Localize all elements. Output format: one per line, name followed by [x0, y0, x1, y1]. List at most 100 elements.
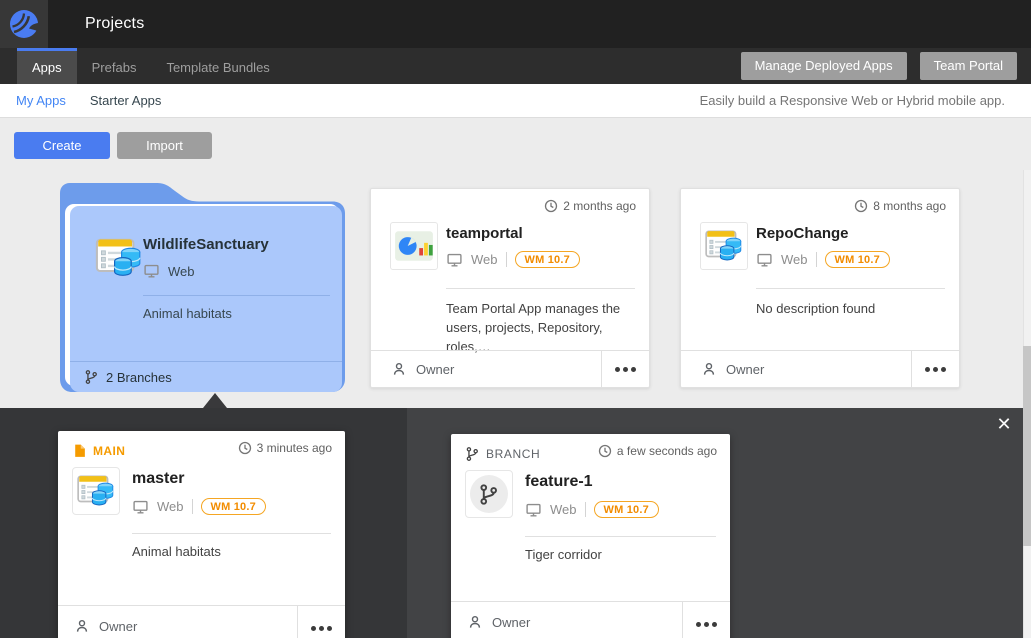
platform-label: Web	[550, 502, 577, 517]
branch-avatar	[465, 470, 513, 518]
monitor-icon	[525, 502, 542, 518]
project-card-wildlifesanctuary[interactable]: WildlifeSanctuary Web Animal habitats 2 …	[60, 183, 345, 392]
subnav-hint-text: Easily build a Responsive Web or Hybrid …	[700, 84, 1005, 117]
owner-label: Owner	[99, 619, 137, 634]
last-updated: 8 months ago	[854, 199, 946, 213]
divider	[525, 536, 716, 537]
git-branch-icon	[465, 446, 480, 462]
divider	[446, 288, 635, 289]
tab-starter-apps[interactable]: Starter Apps	[90, 84, 162, 117]
branches-panel: ✕ MAIN 3 minutes ago master Web WM 10.7	[0, 408, 1031, 638]
project-card-repochange[interactable]: 8 months ago RepoChange Web WM 10.7 No d…	[680, 188, 960, 388]
platform-label: Web	[157, 499, 184, 514]
last-updated: a few seconds ago	[598, 444, 717, 458]
project-description: Team Portal App manages the users, proje…	[446, 299, 635, 356]
separator	[192, 499, 193, 514]
platform-label: Web	[471, 252, 498, 267]
platform-version-badge: WM 10.7	[201, 498, 266, 515]
divider	[756, 288, 945, 289]
updated-time-label: 2 months ago	[563, 199, 636, 213]
more-options-button[interactable]	[297, 606, 345, 638]
divider	[132, 533, 331, 534]
platform-version-badge: WM 10.7	[825, 251, 890, 268]
app-header: Projects	[0, 0, 1031, 48]
branch-description: Tiger corridor	[525, 547, 602, 562]
tab-prefabs[interactable]: Prefabs	[77, 48, 152, 84]
pie-bar-chart-icon	[390, 222, 438, 270]
folder-front-card: WildlifeSanctuary Web Animal habitats 2 …	[70, 206, 342, 392]
separator	[585, 502, 586, 517]
branch-card-feature-1[interactable]: BRANCH a few seconds ago feature-1 Web W…	[451, 434, 730, 638]
card-footer: Owner	[371, 350, 649, 387]
project-description: No description found	[756, 299, 945, 318]
last-updated: 3 minutes ago	[238, 441, 332, 455]
platform-label: Web	[168, 264, 195, 279]
owner-label: Owner	[416, 362, 454, 377]
card-footer: Owner	[451, 601, 730, 638]
separator	[816, 252, 817, 267]
projects-page: Projects Apps Prefabs Template Bundles M…	[0, 0, 1031, 638]
panel-pointer-arrow	[203, 393, 227, 408]
manage-deployed-apps-button[interactable]: Manage Deployed Apps	[741, 52, 907, 80]
scrollbar-thumb[interactable]	[1023, 346, 1031, 546]
branch-type-label: BRANCH	[486, 447, 540, 461]
logo-block[interactable]	[0, 0, 48, 48]
updated-time-label: 3 minutes ago	[257, 441, 332, 455]
branches-count-label: 2 Branches	[106, 370, 172, 385]
card-footer: Owner	[58, 605, 345, 638]
separator	[506, 252, 507, 267]
close-icon[interactable]: ✕	[992, 412, 1016, 436]
updated-time-label: 8 months ago	[873, 199, 946, 213]
person-icon	[467, 614, 483, 630]
project-description: Animal habitats	[143, 306, 232, 321]
branch-description: Animal habitats	[132, 544, 221, 559]
monitor-icon	[143, 263, 160, 279]
project-title[interactable]: WildlifeSanctuary	[143, 236, 269, 253]
owner-label-row: Owner	[467, 602, 530, 638]
monitor-icon	[756, 252, 773, 268]
owner-label: Owner	[492, 615, 530, 630]
page-title: Projects	[85, 0, 144, 48]
branches-footer[interactable]: 2 Branches	[70, 361, 342, 392]
app-window-database-icon	[700, 222, 748, 270]
app-window-database-icon	[72, 467, 120, 515]
more-options-button[interactable]	[682, 602, 730, 638]
branch-card-master[interactable]: MAIN 3 minutes ago master Web WM 10.7 An…	[58, 431, 345, 638]
more-options-button[interactable]	[911, 351, 959, 387]
platform-label: Web	[781, 252, 808, 267]
platform-version-badge: WM 10.7	[594, 501, 659, 518]
monitor-icon	[132, 499, 149, 515]
clock-icon	[544, 199, 558, 213]
person-icon	[701, 361, 717, 377]
scrollbar-track[interactable]	[1023, 170, 1031, 638]
branch-name[interactable]: feature-1	[525, 473, 593, 491]
wavemaker-logo	[8, 8, 40, 40]
import-button[interactable]: Import	[117, 132, 212, 159]
project-title[interactable]: teamportal	[446, 225, 523, 242]
owner-label-row: Owner	[391, 351, 454, 387]
owner-label-row: Owner	[701, 351, 764, 387]
document-icon	[72, 443, 87, 458]
app-window-database-icon	[93, 232, 145, 284]
owner-label: Owner	[726, 362, 764, 377]
tab-my-apps[interactable]: My Apps	[16, 84, 66, 117]
git-branch-icon	[84, 369, 99, 385]
monitor-icon	[446, 252, 463, 268]
create-button[interactable]: Create	[14, 132, 110, 159]
sub-tabbar: My Apps Starter Apps Easily build a Resp…	[0, 84, 1031, 118]
tab-apps[interactable]: Apps	[17, 48, 77, 84]
project-card-teamportal[interactable]: 2 months ago teamportal Web WM 10.7 Team…	[370, 188, 650, 388]
tab-template-bundles[interactable]: Template Bundles	[151, 48, 284, 84]
project-title[interactable]: RepoChange	[756, 225, 849, 242]
owner-label-row: Owner	[74, 606, 137, 638]
team-portal-button[interactable]: Team Portal	[920, 52, 1017, 80]
person-icon	[74, 618, 90, 634]
main-tabbar: Apps Prefabs Template Bundles Manage Dep…	[0, 48, 1031, 84]
more-options-button[interactable]	[601, 351, 649, 387]
clock-icon	[854, 199, 868, 213]
clock-icon	[238, 441, 252, 455]
platform-version-badge: WM 10.7	[515, 251, 580, 268]
last-updated: 2 months ago	[544, 199, 636, 213]
card-footer: Owner	[681, 350, 959, 387]
branch-name[interactable]: master	[132, 470, 184, 488]
